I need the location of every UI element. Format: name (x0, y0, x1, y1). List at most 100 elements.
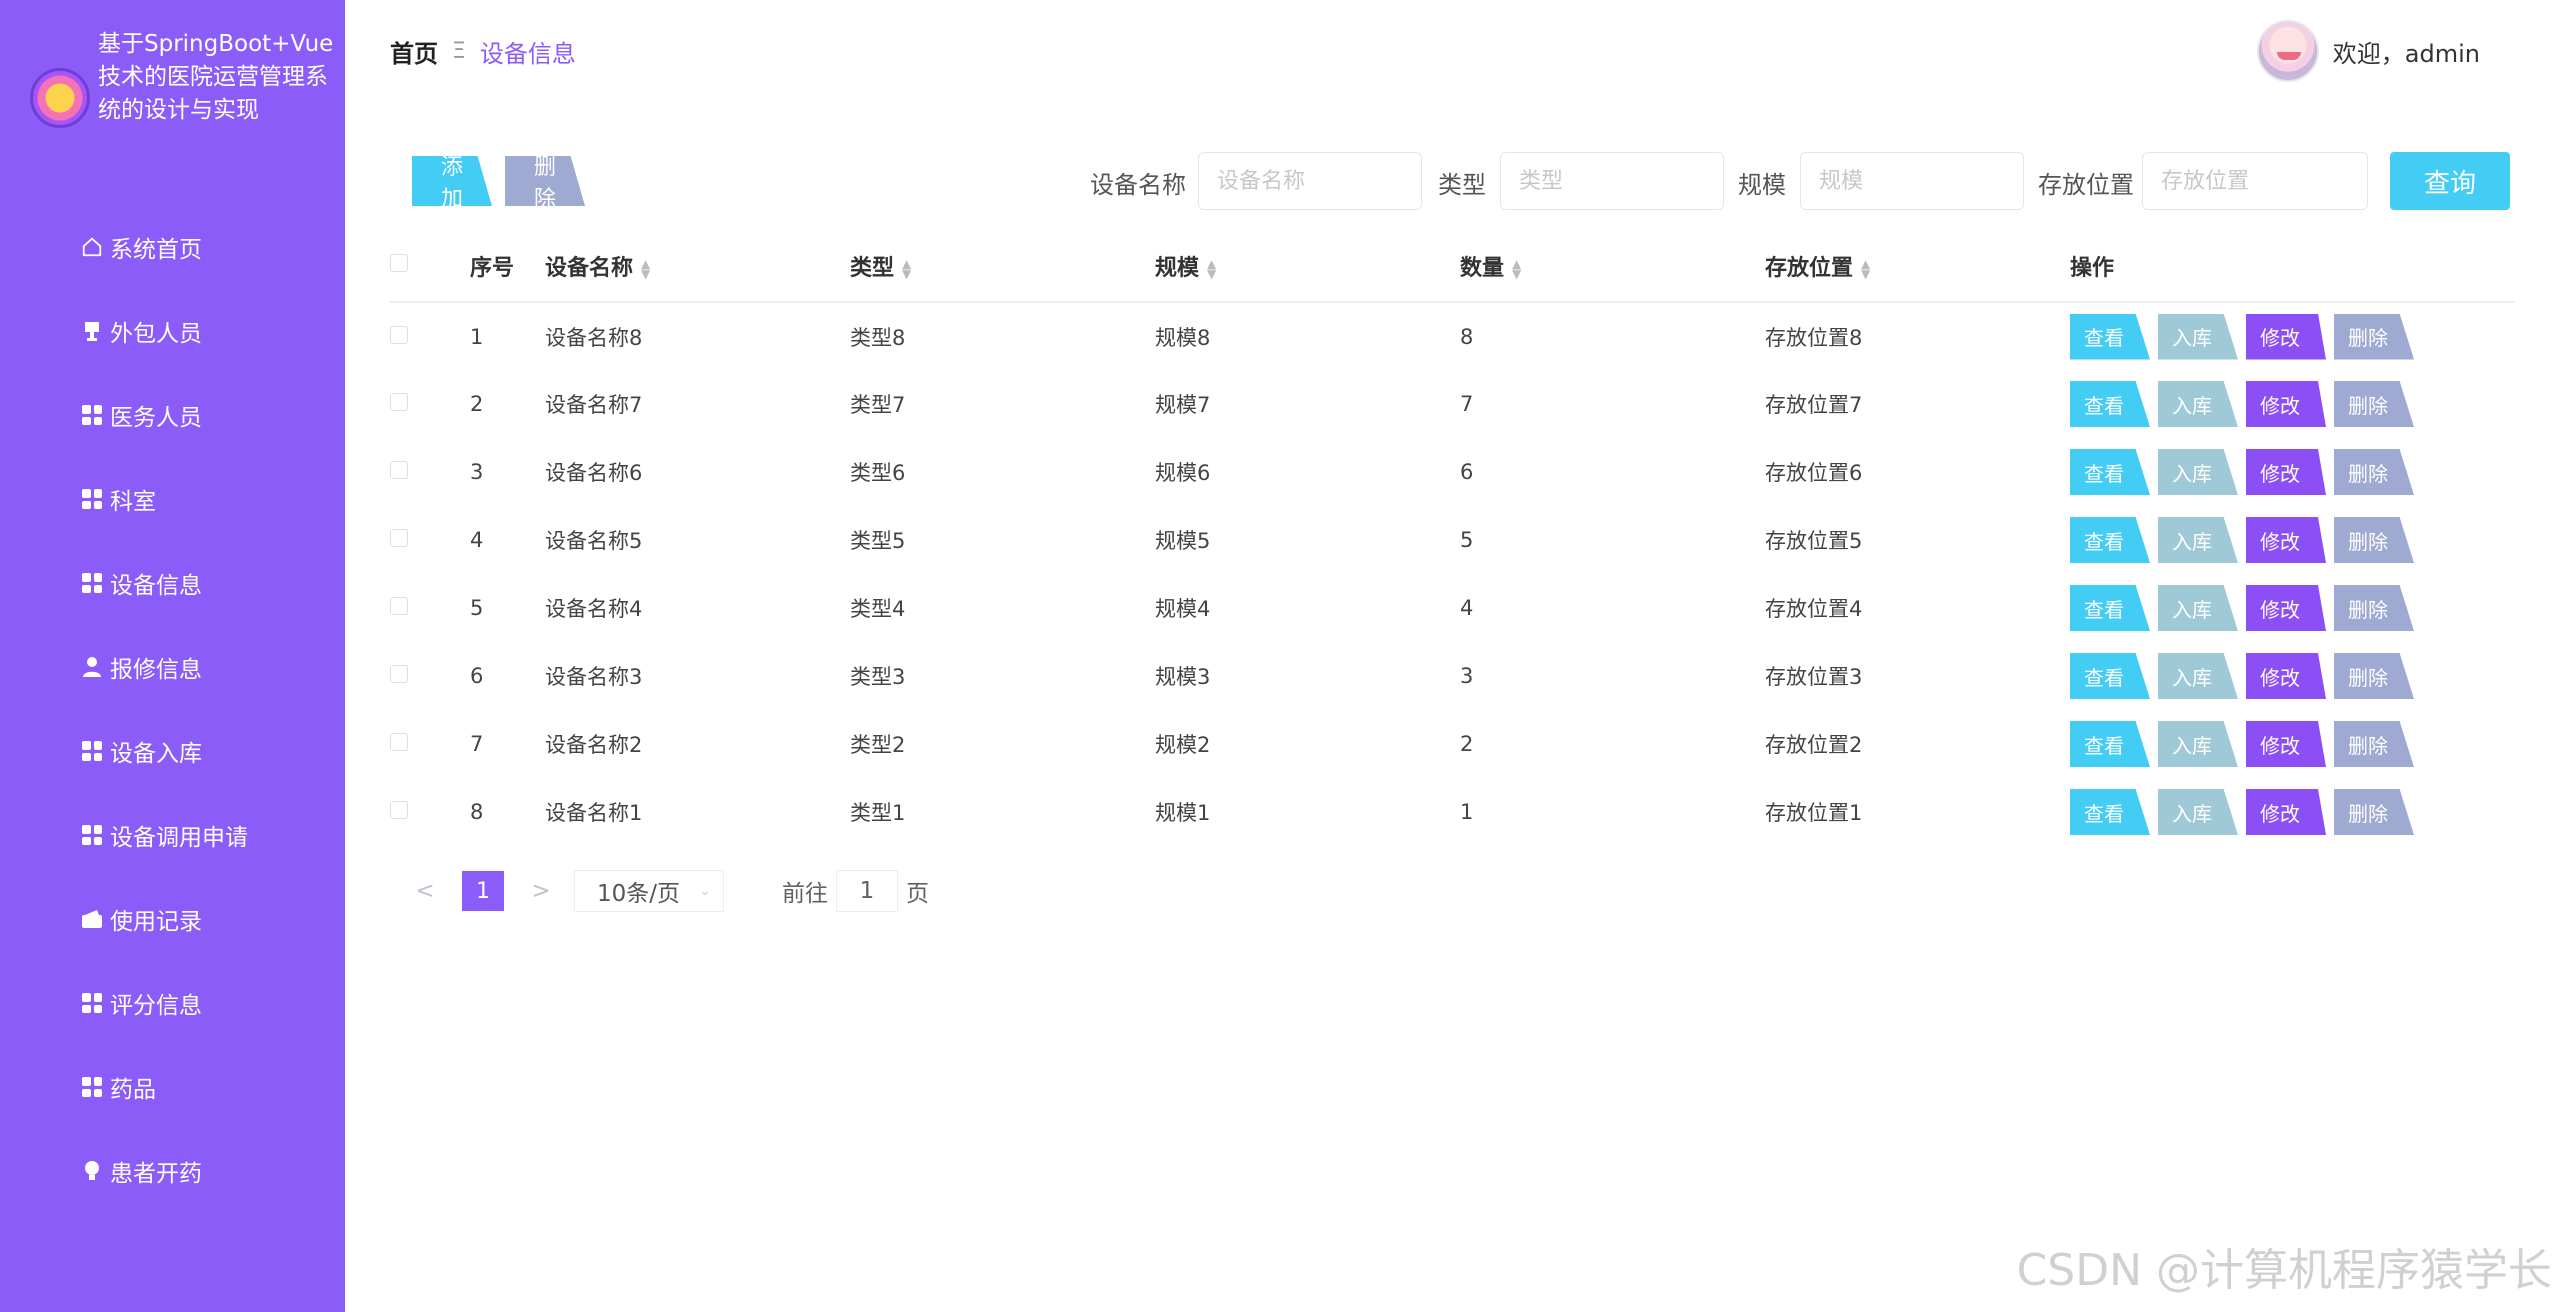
col-header-name[interactable]: 设备名称 ▲ ▼ (545, 230, 850, 303)
sidebar-item-label: 使用记录 (110, 909, 202, 935)
col-header-scale[interactable]: 规模 ▲ ▼ (1155, 230, 1460, 303)
table-row[interactable]: 7 设备名称2 类型2 规模2 2 存放位置2 查看 入库 修改 删除 (390, 710, 2515, 778)
in-button[interactable]: 入库 (2158, 789, 2238, 835)
row-checkbox[interactable] (390, 393, 408, 411)
view-button[interactable]: 查看 (2070, 653, 2150, 699)
cell-quantity: 2 (1460, 732, 1474, 756)
user-info[interactable]: 欢迎，admin (2256, 20, 2480, 82)
in-button[interactable]: 入库 (2158, 517, 2238, 563)
table-row[interactable]: 6 设备名称3 类型3 规模3 3 存放位置3 查看 入库 修改 删除 (390, 642, 2515, 710)
name-filter-input[interactable] (1198, 152, 1422, 210)
breadcrumb-home[interactable]: 首页 (390, 34, 438, 69)
scale-filter-input[interactable] (1800, 152, 2024, 210)
cup-icon (80, 319, 104, 343)
in-button[interactable]: 入库 (2158, 449, 2238, 495)
del-button[interactable]: 删除 (2334, 721, 2414, 767)
chevron-down-icon: ⌄ (699, 883, 711, 899)
del-button[interactable]: 删除 (2334, 313, 2414, 360)
batch-delete-button[interactable]: 删除 (505, 156, 585, 206)
del-button[interactable]: 删除 (2334, 653, 2414, 699)
col-header-type[interactable]: 类型 ▲ ▼ (850, 230, 1155, 303)
sort-icon[interactable]: ▲ ▼ (902, 258, 911, 280)
table-row[interactable]: 8 设备名称1 类型1 规模1 1 存放位置1 查看 入库 修改 删除 (390, 778, 2515, 846)
bulb-icon (80, 1159, 104, 1183)
page-number-current[interactable]: 1 (462, 871, 504, 911)
query-button[interactable]: 查询 (2390, 152, 2510, 210)
sort-icon[interactable]: ▲ ▼ (1861, 258, 1870, 280)
del-button[interactable]: 删除 (2334, 517, 2414, 563)
in-button[interactable]: 入库 (2158, 381, 2238, 427)
sidebar-item-8[interactable]: 使用记录 (0, 877, 345, 961)
cell-index: 7 (470, 732, 484, 756)
cell-quantity: 7 (1460, 392, 1474, 416)
sidebar-item-11[interactable]: 患者开药 (0, 1129, 345, 1213)
sort-icon[interactable]: ▲ ▼ (1207, 258, 1216, 280)
edit-button[interactable]: 修改 (2246, 313, 2326, 360)
del-button[interactable]: 删除 (2334, 381, 2414, 427)
edit-button[interactable]: 修改 (2246, 653, 2326, 699)
sidebar-item-label: 医务人员 (110, 405, 202, 431)
prev-page-icon[interactable]: < (410, 878, 440, 904)
view-button[interactable]: 查看 (2070, 381, 2150, 427)
edit-button[interactable]: 修改 (2246, 381, 2326, 427)
view-button[interactable]: 查看 (2070, 585, 2150, 631)
edit-button[interactable]: 修改 (2246, 789, 2326, 835)
location-filter-label: 存放位置 (2038, 171, 2134, 199)
table-row[interactable]: 4 设备名称5 类型5 规模5 5 存放位置5 查看 入库 修改 删除 (390, 506, 2515, 574)
edit-button[interactable]: 修改 (2246, 585, 2326, 631)
sort-icon[interactable]: ▲ ▼ (1512, 258, 1521, 280)
in-button[interactable]: 入库 (2158, 653, 2238, 699)
col-header-quantity[interactable]: 数量 ▲ ▼ (1460, 230, 1765, 303)
avatar[interactable] (2256, 20, 2319, 82)
cell-quantity: 3 (1460, 664, 1474, 688)
row-checkbox[interactable] (390, 325, 408, 344)
type-filter-input[interactable] (1500, 152, 1724, 210)
sidebar-item-10[interactable]: 药品 (0, 1045, 345, 1129)
sidebar-item-6[interactable]: 设备入库 (0, 709, 345, 793)
sidebar-item-0[interactable]: 系统首页 (0, 205, 345, 289)
row-checkbox[interactable] (390, 665, 408, 683)
table-row[interactable]: 3 设备名称6 类型6 规模6 6 存放位置6 查看 入库 修改 删除 (390, 438, 2515, 506)
view-button[interactable]: 查看 (2070, 789, 2150, 835)
edit-button[interactable]: 修改 (2246, 449, 2326, 495)
sidebar-item-3[interactable]: 科室 (0, 457, 345, 541)
table-row[interactable]: 1 设备名称8 类型8 规模8 8 存放位置8 查看 入库 修改 删除 (390, 302, 2515, 370)
del-button[interactable]: 删除 (2334, 789, 2414, 835)
edit-button[interactable]: 修改 (2246, 517, 2326, 563)
view-button[interactable]: 查看 (2070, 517, 2150, 563)
goto-page-input[interactable]: 1 (836, 870, 898, 912)
del-button[interactable]: 删除 (2334, 585, 2414, 631)
del-button[interactable]: 删除 (2334, 449, 2414, 495)
row-checkbox[interactable] (390, 801, 408, 819)
view-button[interactable]: 查看 (2070, 721, 2150, 767)
view-button[interactable]: 查看 (2070, 313, 2150, 360)
in-button[interactable]: 入库 (2158, 313, 2238, 360)
in-button[interactable]: 入库 (2158, 585, 2238, 631)
row-checkbox[interactable] (390, 597, 408, 615)
sidebar-item-5[interactable]: 报修信息 (0, 625, 345, 709)
location-filter-input[interactable] (2142, 152, 2368, 210)
row-checkbox[interactable] (390, 529, 408, 547)
next-page-icon[interactable]: > (526, 878, 556, 904)
sidebar-item-label: 设备入库 (110, 741, 202, 767)
page-size-select[interactable]: 10条/页 ⌄ (574, 870, 724, 912)
add-button[interactable]: 添加 (412, 156, 492, 206)
table-row[interactable]: 5 设备名称4 类型4 规模4 4 存放位置4 查看 入库 修改 删除 (390, 574, 2515, 642)
col-header-location[interactable]: 存放位置 ▲ ▼ (1765, 230, 2070, 303)
cell-scale: 规模5 (1155, 529, 1211, 553)
sidebar-item-4[interactable]: 设备信息 (0, 541, 345, 625)
page-suffix: 页 (906, 881, 929, 907)
sidebar-item-2[interactable]: 医务人员 (0, 373, 345, 457)
sort-icon[interactable]: ▲ ▼ (641, 258, 650, 280)
table-row[interactable]: 2 设备名称7 类型7 规模7 7 存放位置7 查看 入库 修改 删除 (390, 370, 2515, 438)
sidebar-item-7[interactable]: 设备调用申请 (0, 793, 345, 877)
in-button[interactable]: 入库 (2158, 721, 2238, 767)
sidebar-item-1[interactable]: 外包人员 (0, 289, 345, 373)
row-checkbox[interactable] (390, 733, 408, 751)
edit-button[interactable]: 修改 (2246, 721, 2326, 767)
row-checkbox[interactable] (390, 461, 408, 479)
sidebar-item-9[interactable]: 评分信息 (0, 961, 345, 1045)
select-all-checkbox[interactable] (390, 254, 408, 272)
view-button[interactable]: 查看 (2070, 449, 2150, 495)
col-header-index: 序号 (470, 230, 545, 303)
